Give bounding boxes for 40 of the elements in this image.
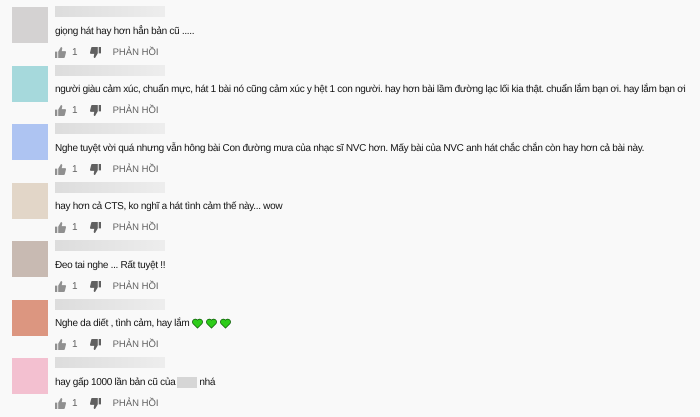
like-count: 1 xyxy=(72,46,78,58)
thumbs-up-icon[interactable] xyxy=(55,46,66,58)
comment-text: Nghe tuyệt vời quá nhưng vẫn hông bài Con đường mưa của nhạc sĩ NVC hơn. Mấy bài của NVC anh hát chắc chắn còn hay hơn cả bài này. xyxy=(55,142,644,154)
thumbs-up-icon[interactable] xyxy=(55,222,66,233)
thumbs-down-icon[interactable] xyxy=(90,280,101,292)
reply-button[interactable]: PHẢN HỒI xyxy=(112,164,158,174)
heart-icon xyxy=(206,318,218,329)
blurred-word xyxy=(177,376,198,388)
comment-text: người giàu cảm xúc, chuẩn mực, hát 1 bài nó cũng cảm xúc y hệt 1 con người. hay hơn bài lầm đường lạc lối kia thật. chuẩn lắm bạn ơi. hay lắm bạn ơi xyxy=(55,84,686,95)
thumbs-down-icon[interactable] xyxy=(90,105,101,116)
thumbs-up-icon[interactable] xyxy=(55,280,66,292)
thumbs-up-icon[interactable] xyxy=(55,339,66,350)
thumbs-down-icon[interactable] xyxy=(90,339,101,350)
like-count: 1 xyxy=(72,105,78,116)
comment-text: hay gấp 1000 lần bản cũ của xyxy=(55,376,176,388)
thumbs-up-icon[interactable] xyxy=(55,164,66,174)
comment-text: nhá xyxy=(199,376,216,388)
reply-button[interactable]: PHẢN HỒI xyxy=(112,280,158,292)
like-count: 1 xyxy=(72,164,78,174)
thumbs-down-icon[interactable] xyxy=(90,398,101,408)
reply-button[interactable]: PHẢN HỒI xyxy=(112,46,158,58)
thumbs-up-icon[interactable] xyxy=(55,105,66,116)
reply-button[interactable]: PHẢN HỒI xyxy=(112,398,158,408)
comment-text: giọng hát hay hơn hẳn bản cũ ..... xyxy=(55,26,194,36)
comment-text: Đeo tai nghe ... Rất tuyệt !! xyxy=(55,260,166,270)
reply-button[interactable]: PHẢN HỒI xyxy=(112,222,158,233)
like-count: 1 xyxy=(72,398,78,408)
comment-text: hay hơn cả CTS, ko nghĩ a hát tình cảm thế này... wow xyxy=(55,201,282,212)
like-count: 1 xyxy=(72,339,78,350)
heart-icon xyxy=(220,318,232,329)
thumbs-down-icon[interactable] xyxy=(90,222,101,233)
thumbs-up-icon[interactable] xyxy=(55,398,66,408)
like-count: 1 xyxy=(72,280,78,292)
reply-button[interactable]: PHẢN HỒI xyxy=(112,339,158,350)
like-count: 1 xyxy=(72,222,78,233)
reply-button[interactable]: PHẢN HỒI xyxy=(112,105,158,116)
comment-text: Nghe da diết , tình cảm, hay lắm xyxy=(55,318,190,329)
thumbs-down-icon[interactable] xyxy=(90,46,101,58)
thumbs-down-icon[interactable] xyxy=(90,164,101,174)
heart-icon xyxy=(192,318,204,329)
